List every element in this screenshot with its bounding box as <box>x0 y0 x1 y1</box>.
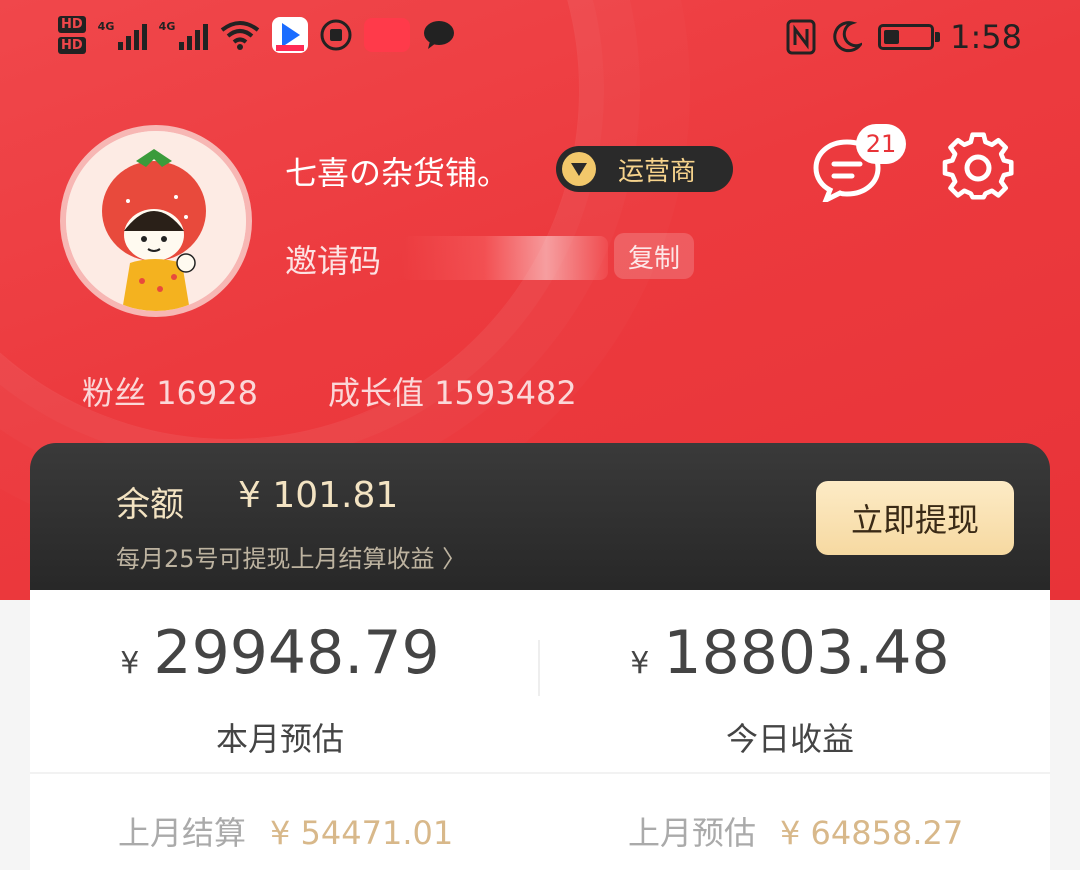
last-month-estimate[interactable]: 上月预估 ¥ 64858.27 <box>628 808 963 854</box>
balance-label: 余额 <box>116 485 184 525</box>
status-left: HD HD 4G 4G <box>58 16 456 54</box>
avatar[interactable] <box>60 125 252 317</box>
strawberry-avatar-illustration <box>66 131 246 311</box>
battery-fill <box>884 30 900 44</box>
withdraw-button[interactable]: 立即提现 <box>816 481 1014 555</box>
earnings-card: ¥ 29948.79 本月预估 ¥ 18803.48 今日收益 上月结算 ¥ 54… <box>30 590 1050 870</box>
month-estimate-label: 本月预估 <box>215 720 344 758</box>
fans-label: 粉丝 <box>82 374 147 412</box>
withdraw-rule-link[interactable]: 每月25号可提现上月结算收益 〉 <box>116 539 466 574</box>
currency-symbol: ¥ <box>630 646 650 681</box>
balance-value: ¥ 101.81 <box>238 475 399 516</box>
growth-value: 1593482 <box>434 374 577 412</box>
settings-gear-icon[interactable] <box>942 132 1014 204</box>
role-badge-label: 运营商 <box>618 156 697 187</box>
last-month-settled[interactable]: 上月结算 ¥ 54471.01 <box>118 808 453 854</box>
growth-label: 成长值 <box>328 374 425 412</box>
signal-icon: 4G <box>98 20 147 50</box>
role-badge: 运营商 <box>556 146 733 192</box>
balance-card: 余额 ¥ 101.81 每月25号可提现上月结算收益 〉 立即提现 <box>30 443 1050 603</box>
invite-code-label: 邀请码 <box>285 242 382 280</box>
last-month-settled-value: ¥ 54471.01 <box>270 814 454 852</box>
video-app-icon <box>271 17 308 53</box>
chat-app-icon <box>423 21 454 49</box>
nfc-icon <box>786 19 816 55</box>
status-bar: HD HD 4G 4G 1:58 <box>0 0 1080 80</box>
moon-icon <box>833 21 863 53</box>
hd-icon: HD <box>58 16 86 33</box>
status-time: 1:58 <box>950 18 1022 56</box>
fans-stat[interactable]: 粉丝 16928 <box>82 368 258 414</box>
battery-icon <box>878 24 941 50</box>
message-count-badge: 21 <box>856 124 906 164</box>
row-divider <box>30 772 1050 774</box>
hd-indicators: HD HD <box>58 16 86 54</box>
red-app-icon <box>363 18 410 52</box>
today-earnings-block[interactable]: ¥ 18803.48 今日收益 <box>540 618 1040 760</box>
today-earnings-amount: ¥ 18803.48 <box>540 618 1040 688</box>
month-estimate-block[interactable]: ¥ 29948.79 本月预估 <box>30 618 530 760</box>
hd-icon: HD <box>58 37 86 54</box>
status-right: 1:58 <box>786 18 1022 56</box>
invite-code-redacted <box>402 236 608 280</box>
last-month-estimate-label: 上月预估 <box>628 814 757 852</box>
signal-icon: 4G <box>159 20 208 50</box>
month-estimate-value: 29948.79 <box>153 618 440 688</box>
shield-app-icon <box>320 19 352 51</box>
growth-stat[interactable]: 成长值 1593482 <box>328 368 577 414</box>
today-earnings-label: 今日收益 <box>725 720 854 758</box>
copy-invite-button[interactable]: 复制 <box>614 233 694 279</box>
today-earnings-value: 18803.48 <box>663 618 950 688</box>
rank-icon <box>562 152 596 186</box>
wifi-icon <box>220 21 259 50</box>
currency-symbol: ¥ <box>120 646 140 681</box>
user-name: 七喜の杂货铺。 <box>285 154 510 192</box>
month-estimate-amount: ¥ 29948.79 <box>30 618 530 688</box>
last-month-settled-label: 上月结算 <box>118 814 247 852</box>
last-month-estimate-value: ¥ 64858.27 <box>780 814 964 852</box>
fans-value: 16928 <box>156 374 258 412</box>
